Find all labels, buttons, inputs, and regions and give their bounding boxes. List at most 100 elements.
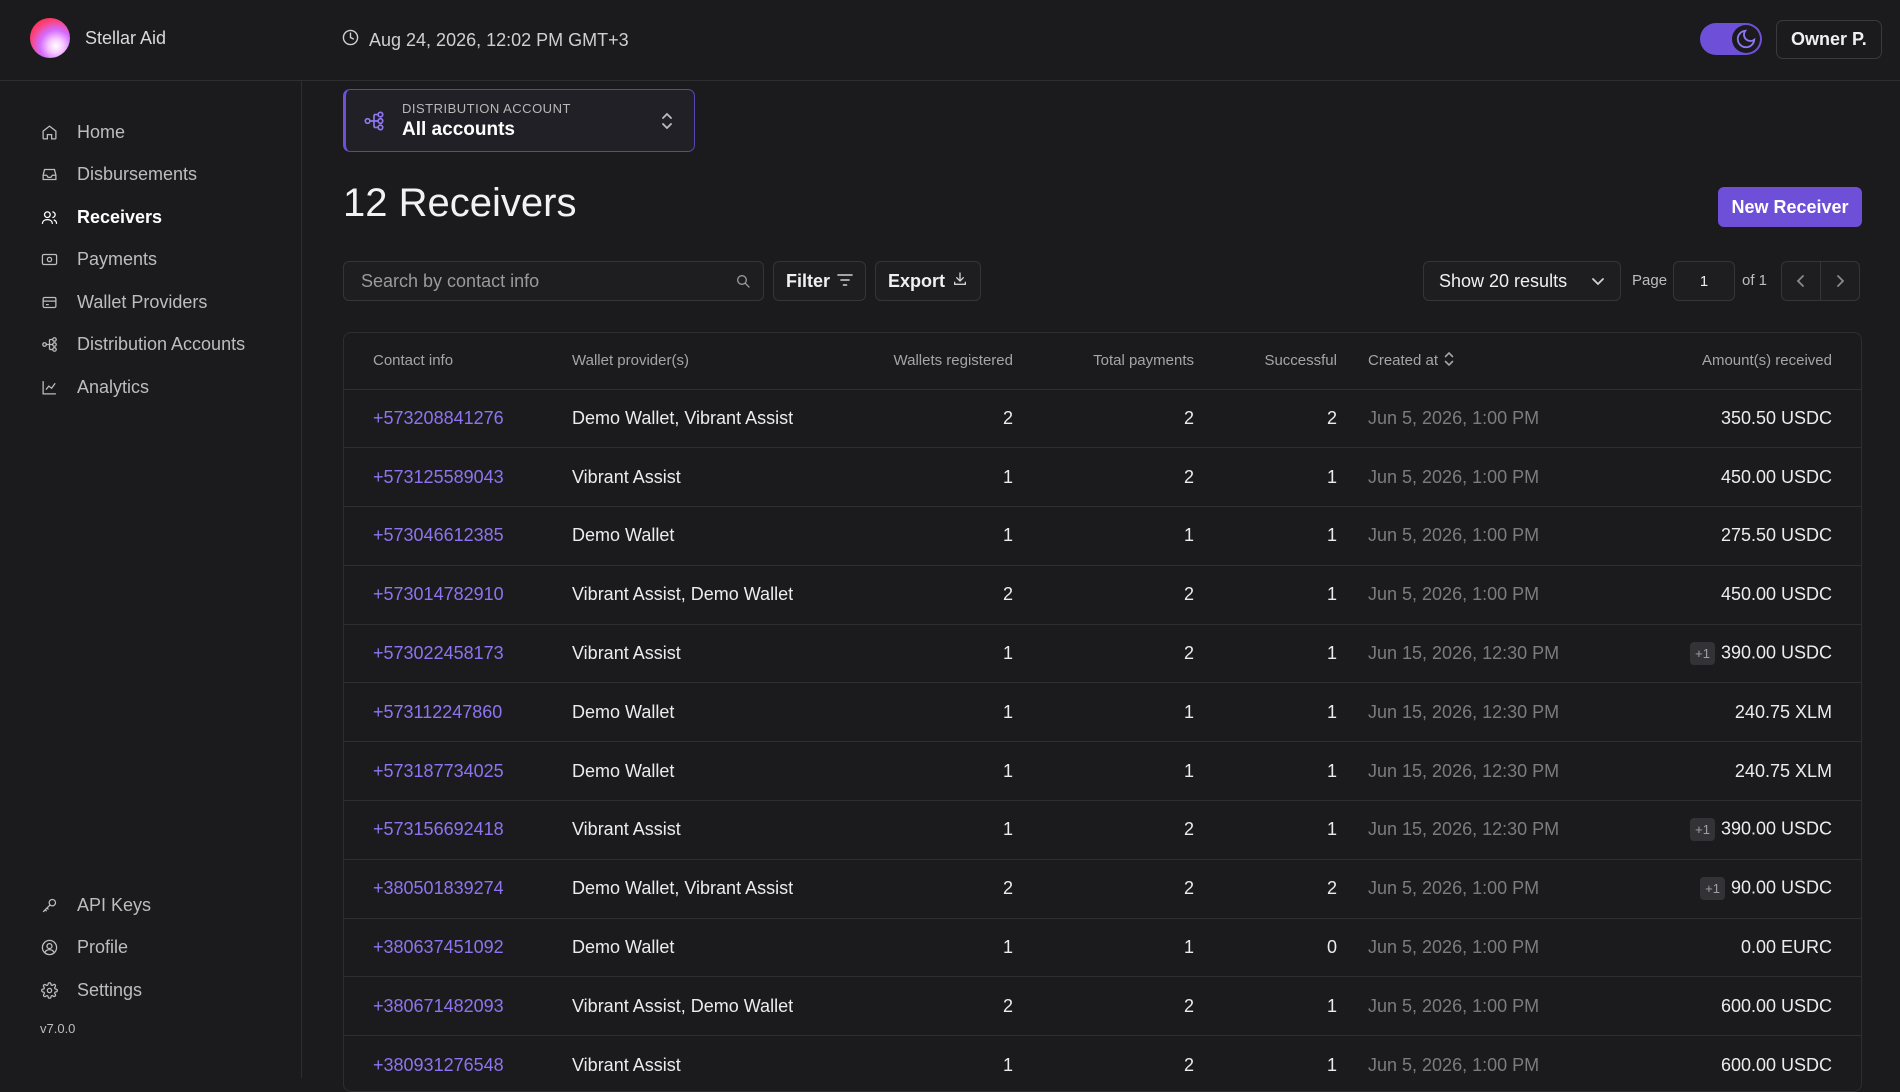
table-row[interactable]: +380931276548 Vibrant Assist 1 2 1 Jun 5, 202… [344,1035,1861,1091]
table-header-row: Contact info Wallet provider(s) Wallets … [344,333,1861,390]
sidebar-item-wallet-providers[interactable]: Wallet Providers [0,281,302,324]
sidebar-item-api-keys[interactable]: API Keys [0,884,302,927]
table-row[interactable]: +573125589043 Vibrant Assist 1 2 1 Jun 5, 202… [344,447,1861,508]
table-row[interactable]: +380501839274 Demo Wallet, Vibrant Assist… [344,859,1861,919]
contact-info-cell: +380637451092 [344,918,572,978]
sidebar-item-distribution-accounts[interactable]: Distribution Accounts [0,324,302,367]
home-icon [40,123,58,141]
brand-name: Stellar Aid [85,27,167,48]
contact-info-cell: +573112247860 [344,682,572,743]
sidebar-item-disbursements[interactable]: Disbursements [0,154,302,197]
export-button[interactable]: Export [875,261,982,301]
sort-icon[interactable] [1444,351,1454,371]
contact-link[interactable]: +573046612385 [373,525,504,545]
sidebar-item-payments[interactable]: Payments [0,239,302,282]
distribution-icon [363,110,385,137]
extra-amounts-badge[interactable]: +1 [1690,818,1715,842]
contact-link[interactable]: +380671482093 [373,996,504,1016]
amount-received-value: 350.50 USDC [1720,407,1832,428]
table-row[interactable]: +380637451092 Demo Wallet 1 1 0 Jun 5, 2026, … [344,918,1861,978]
wallet-providers-cell: Demo Wallet, Vibrant Assist [572,859,822,919]
amount-received-cell: +1 390.00 USDC [1578,800,1861,860]
theme-toggle[interactable] [1700,23,1762,55]
sidebar-item-profile[interactable]: Profile [0,927,302,970]
wallets-registered-cell: 1 [822,447,1013,508]
sidebar-item-label: Analytics [77,376,150,397]
successful-cell: 1 [1194,624,1337,684]
created-at-cell: Jun 15, 2026, 12:30 PM [1337,741,1578,802]
total-payments-cell: 1 [1013,741,1194,802]
main-content: DISTRIBUTION ACCOUNT All accounts 12 Rec… [302,81,1900,1092]
brand[interactable]: Stellar Aid [30,18,166,58]
column-header-created-at[interactable]: Created at [1337,333,1578,390]
contact-link[interactable]: +380501839274 [373,878,504,898]
chevron-left-icon [1796,275,1804,287]
inbox-icon [40,166,58,184]
contact-link[interactable]: +573187734025 [373,761,504,781]
previous-page-button[interactable] [1781,261,1821,301]
successful-cell: 1 [1194,565,1337,625]
successful-cell: 0 [1194,918,1337,978]
successful-cell: 1 [1194,741,1337,802]
amount-received-value: 0.00 EURC [1740,937,1832,958]
table-row[interactable]: +573187734025 Demo Wallet 1 1 1 Jun 15, 2026,… [344,741,1861,802]
distribution-account-selector[interactable]: DISTRIBUTION ACCOUNT All accounts [343,89,695,152]
contact-link[interactable]: +573208841276 [373,408,504,428]
total-payments-cell: 2 [1013,447,1194,508]
contact-link[interactable]: +573014782910 [373,584,504,604]
created-at-label: Created at [1368,351,1439,369]
wallet-providers-cell: Vibrant Assist, Demo Wallet [572,565,822,625]
datetime-text: Aug 24, 2026, 12:02 PM GMT+3 [369,29,629,50]
next-page-button[interactable] [1820,261,1860,301]
contact-link[interactable]: +573125589043 [373,467,504,487]
amount-received-cell: 240.75 XLM [1578,682,1861,743]
total-payments-cell: 1 [1013,682,1194,743]
contact-info-cell: +573208841276 [344,389,572,449]
table-row[interactable]: +573022458173 Vibrant Assist 1 2 1 Jun 15, 20… [344,624,1861,684]
contact-link[interactable]: +573112247860 [373,702,502,722]
wallets-registered-cell: 2 [822,565,1013,625]
clock-icon [342,29,369,51]
sidebar-item-label: Home [77,121,126,142]
search-input[interactable] [344,262,724,300]
table-row[interactable]: +573112247860 Demo Wallet 1 1 1 Jun 15, 2026,… [344,682,1861,743]
sidebar-item-receivers[interactable]: Receivers [0,196,302,239]
total-payments-cell: 1 [1013,918,1194,978]
sidebar-item-analytics[interactable]: Analytics [0,366,302,409]
wallets-registered-cell: 1 [822,682,1013,743]
table-row[interactable]: +573208841276 Demo Wallet, Vibrant Assist… [344,389,1861,449]
sidebar-item-settings[interactable]: Settings [0,969,302,1012]
amount-received-cell: 350.50 USDC [1578,389,1861,449]
amount-received-cell: 275.50 USDC [1578,506,1861,566]
column-header-wallet-providers: Wallet provider(s) [572,333,822,390]
user-menu-button[interactable]: Owner P. [1776,20,1882,59]
page-number-input[interactable] [1673,261,1735,301]
wallet-providers-cell: Vibrant Assist [572,624,822,684]
filter-button[interactable]: Filter [773,261,867,301]
filter-label: Filter [786,270,831,291]
search-icon[interactable] [735,273,751,294]
results-per-page-select[interactable]: Show 20 results [1423,261,1621,301]
amount-received-value: 390.00 USDC [1720,818,1832,839]
successful-cell: 1 [1194,800,1337,860]
contact-link[interactable]: +573156692418 [373,819,504,839]
table-row[interactable]: +380671482093 Vibrant Assist, Demo Wallet… [344,976,1861,1037]
extra-amounts-badge[interactable]: +1 [1690,642,1715,666]
sidebar-item-home[interactable]: Home [0,111,302,154]
contact-link[interactable]: +380931276548 [373,1055,504,1075]
table-row[interactable]: +573014782910 Vibrant Assist, Demo Wallet… [344,565,1861,625]
sidebar-item-label: Wallet Providers [77,291,208,312]
sidebar-item-label: Payments [77,249,158,270]
contact-link[interactable]: +380637451092 [373,937,504,957]
table-row[interactable]: +573046612385 Demo Wallet 1 1 1 Jun 5, 2026, … [344,506,1861,566]
successful-cell: 1 [1194,682,1337,743]
amount-received-value: 450.00 USDC [1720,584,1832,605]
extra-amounts-badge[interactable]: +1 [1700,877,1725,901]
amount-received-cell: 450.00 USDC [1578,447,1861,508]
contact-link[interactable]: +573022458173 [373,643,504,663]
contact-info-cell: +573156692418 [344,800,572,860]
amount-received-value: 240.75 XLM [1734,760,1832,781]
table-row[interactable]: +573156692418 Vibrant Assist 1 2 1 Jun 15, 20… [344,800,1861,860]
new-receiver-button[interactable]: New Receiver [1718,187,1862,227]
total-payments-cell: 2 [1013,1035,1194,1091]
